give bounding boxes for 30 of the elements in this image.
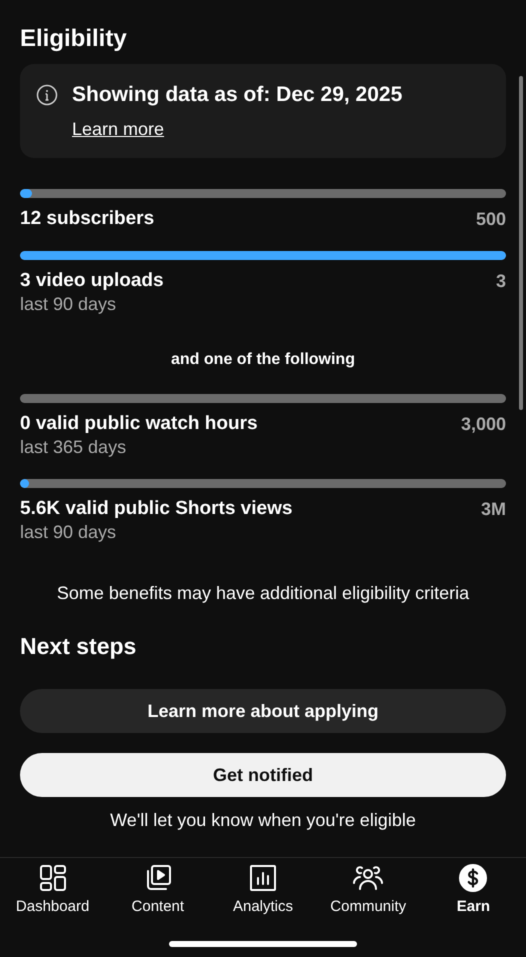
- dollar-icon: [459, 864, 488, 892]
- requirement-target: 3,000: [460, 413, 506, 436]
- nav-tab[interactable]: Dashboard: [0, 864, 106, 957]
- requirement-period: last 365 days: [20, 436, 128, 459]
- requirement-period: last 90 days: [20, 521, 118, 544]
- next-steps-title: Next steps: [20, 632, 138, 661]
- requirement-label: 12 subscribers: [20, 207, 154, 231]
- section-title: Eligibility: [20, 24, 128, 54]
- learn-more-button[interactable]: Learn more about applying: [20, 689, 506, 733]
- requirement-label: 3 video uploads: [20, 269, 164, 293]
- requirement-label: 0 valid public watch hours: [20, 412, 258, 436]
- separator-text: and one of the following: [170, 350, 356, 370]
- nav-tab[interactable]: Earn: [420, 864, 526, 957]
- caption-text: We'll let you know when you're eligible: [109, 809, 417, 832]
- people-icon: [352, 864, 384, 892]
- requirement-target: 500: [476, 208, 506, 231]
- footnote-text: Some benefits may have additional eligibility criteria: [56, 582, 470, 605]
- dashboard-icon: [38, 864, 67, 892]
- get-notified-button[interactable]: Get notified: [20, 753, 506, 797]
- notice-text: Showing data as of: Dec 29, 2025: [72, 82, 402, 108]
- nav-tab[interactable]: Analytics: [210, 864, 316, 957]
- requirement-period: last 90 days: [20, 293, 118, 316]
- requirement-target: 3M: [480, 498, 506, 521]
- nav-tab[interactable]: Community: [316, 864, 421, 957]
- learn-more-link[interactable]: Learn more: [72, 118, 164, 140]
- requirement-target: 3: [496, 270, 506, 293]
- requirement-label: 5.6K valid public Shorts views: [20, 497, 292, 521]
- nav-tab[interactable]: Content: [105, 864, 210, 957]
- bar-chart-icon: [249, 864, 277, 892]
- info-icon: [36, 84, 58, 106]
